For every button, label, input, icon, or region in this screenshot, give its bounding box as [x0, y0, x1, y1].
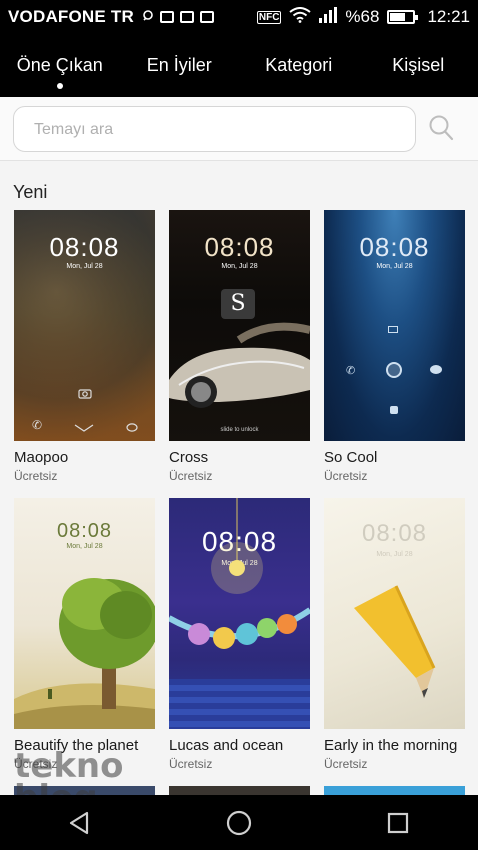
recents-square-icon[interactable]: [378, 803, 418, 843]
theme-price: Ücretsiz: [169, 469, 213, 483]
sports-car-illustration: [169, 322, 310, 408]
phone-icon: ✆: [346, 365, 356, 377]
search-row: Temayı ara: [0, 97, 478, 161]
pencil-illustration: [354, 585, 436, 698]
tab-label: Öne Çıkan: [16, 55, 103, 75]
tab-best[interactable]: En İyiler: [120, 34, 240, 97]
theme-card-partial[interactable]: [169, 786, 310, 795]
theme-title: Maopoo: [14, 449, 69, 466]
search-input[interactable]: Temayı ara: [13, 106, 416, 152]
chevron-down-icon: [74, 420, 94, 438]
lockscreen-clock: 08:08: [56, 520, 113, 542]
theme-price: Ücretsiz: [324, 469, 368, 483]
signal-icon: [319, 6, 338, 28]
tab-personal[interactable]: Kişisel: [359, 34, 478, 97]
tab-bar: Öne Çıkan En İyiler Kategori Kişisel: [0, 34, 478, 97]
gallery-notification-icon: [179, 11, 194, 23]
theme-title: Cross: [169, 449, 209, 466]
tab-label: En İyiler: [146, 55, 212, 75]
tab-label: Kişisel: [392, 55, 445, 75]
theme-card-early-in-the-morning[interactable]: 08:08 Mon, Jul 28 Early in the morning Ü…: [324, 498, 465, 771]
active-tab-indicator: [56, 83, 63, 89]
hammock-illustration: [169, 498, 310, 649]
battery-icon: [387, 10, 419, 24]
tree-illustration: [14, 578, 155, 729]
theme-title: Lucas and ocean: [169, 737, 284, 754]
message-icon: [430, 365, 442, 374]
lock-icon: [390, 406, 398, 414]
theme-thumbnail: 08:08 Mon, Jul 28: [324, 498, 465, 729]
waves-decoration: [169, 679, 310, 729]
tab-featured[interactable]: Öne Çıkan: [0, 34, 120, 97]
chat-notification-icon: [142, 7, 154, 27]
image-notification-icon: [159, 11, 174, 23]
home-circle-icon[interactable]: [219, 803, 259, 843]
lockscreen-date: Mon, Jul 28: [221, 263, 258, 270]
back-triangle-icon[interactable]: [60, 803, 100, 843]
theme-card-so-cool[interactable]: 08:08 Mon, Jul 28 ✆ So Cool Ücretsiz: [324, 210, 465, 483]
clock: 12:21: [427, 7, 470, 26]
section-title: Yeni: [13, 182, 48, 202]
search-icon[interactable]: [428, 114, 454, 142]
carrier-name: VODAFONE TR: [8, 7, 134, 26]
tab-label: Kategori: [265, 55, 333, 75]
theme-price: Ücretsiz: [14, 469, 58, 483]
video-notification-icon: [199, 11, 214, 23]
wifi-icon: [289, 6, 312, 28]
theme-price: Ücretsiz: [169, 757, 213, 771]
lockscreen-clock: 08:08: [49, 232, 120, 262]
theme-title: So Cool: [324, 449, 378, 466]
theme-card-lucas-and-ocean[interactable]: 08:08 Mon, Jul 28 Lucas and ocean Ücrets…: [169, 498, 310, 771]
theme-card-maopoo[interactable]: 08:08 Mon, Jul 28 ✆ Maopoo Ücretsiz: [14, 210, 155, 483]
theme-thumbnail: 08:08 Mon, Jul 28 ✆: [14, 210, 155, 441]
theme-thumbnail: 08:08 Mon, Jul 28: [169, 498, 310, 729]
slide-to-unlock-text: slide to unlock: [220, 427, 259, 433]
theme-title: Early in the morning: [324, 737, 458, 754]
navigation-bar: [0, 795, 478, 850]
nfc-icon: NFC: [256, 10, 282, 24]
phone-icon: ✆: [32, 418, 43, 432]
message-icon: [126, 420, 138, 438]
battery-percent: %68: [345, 7, 380, 26]
lockscreen-clock: 08:08: [359, 232, 430, 262]
theme-thumbnail: 08:08 Mon, Jul 28 ✆: [324, 210, 465, 441]
tab-category[interactable]: Kategori: [239, 34, 359, 97]
theme-card-beautify-the-planet[interactable]: 08:08 Mon, Jul 28 Beautify the planet Üc…: [14, 498, 155, 771]
status-bar: VODAFONE TR NFC %68 12:21: [0, 0, 478, 34]
theme-thumbnail: 08:08 Mon, Jul 28 S slide to unlock: [169, 210, 310, 441]
unlock-ring-icon: [386, 362, 402, 378]
theme-price: Ücretsiz: [324, 757, 368, 771]
lockscreen-clock: 08:08: [204, 232, 275, 262]
camera-icon: [78, 386, 92, 404]
theme-card-partial[interactable]: [324, 786, 465, 795]
lockscreen-date: Mon, Jul 28: [376, 263, 413, 270]
theme-card-cross[interactable]: 08:08 Mon, Jul 28 S slide to unlock Cros…: [169, 210, 310, 483]
theme-thumbnail: 08:08 Mon, Jul 28: [14, 498, 155, 729]
email-icon: [388, 326, 398, 333]
lockscreen-date: Mon, Jul 28: [66, 263, 103, 270]
